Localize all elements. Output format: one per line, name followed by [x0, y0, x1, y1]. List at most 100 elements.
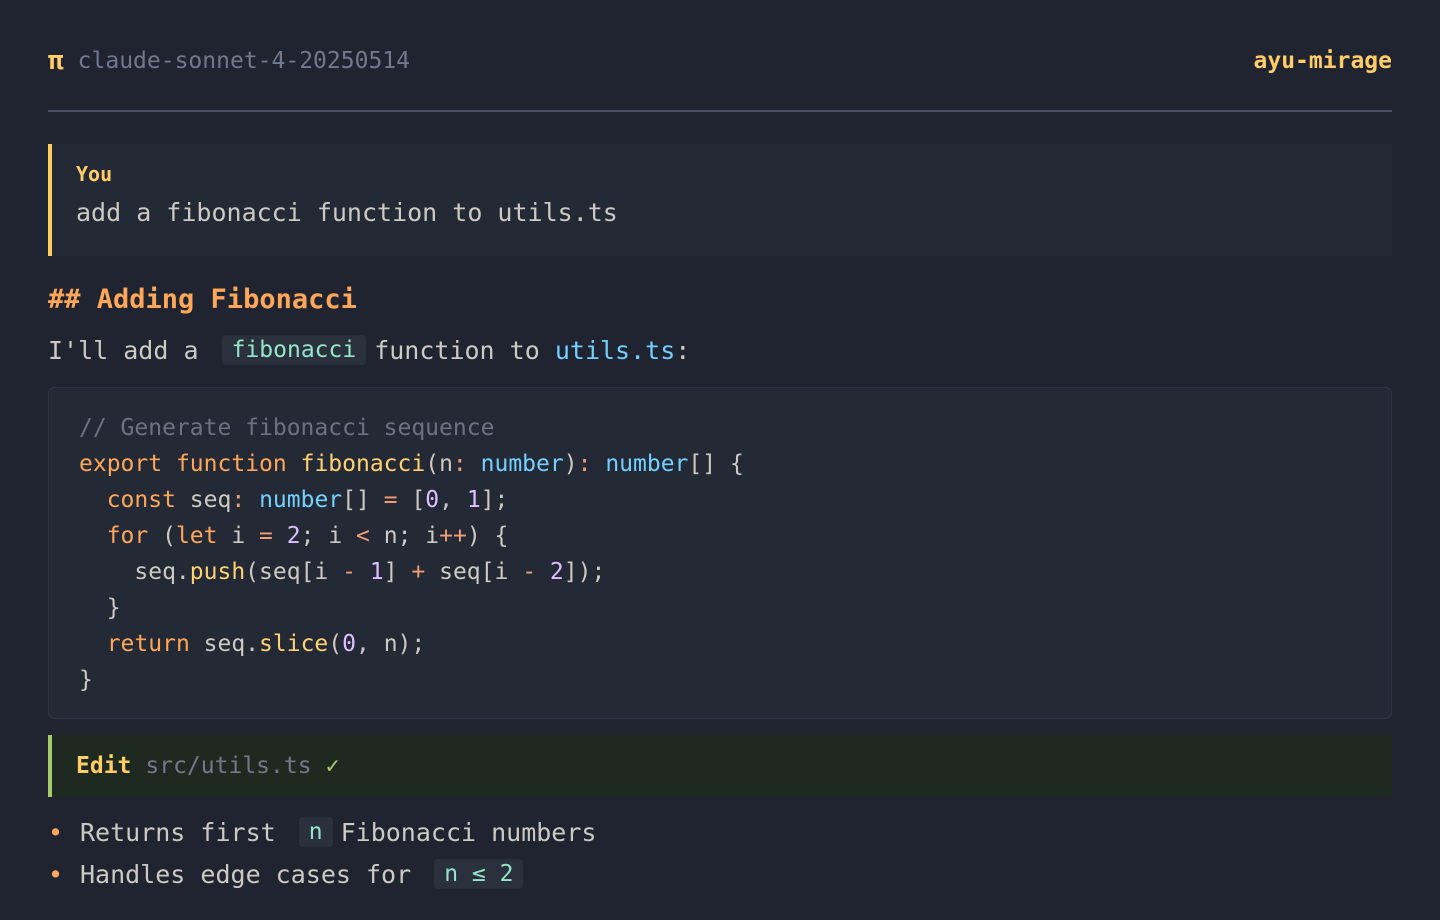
file-link-utils[interactable]: utils.ts [555, 336, 675, 365]
list-item: • Returns first n Fibonacci numbers [48, 811, 1392, 853]
code-block: // Generate fibonacci sequence export fun… [48, 387, 1392, 719]
code-token: seq[i [425, 559, 523, 585]
inline-code: n [298, 817, 333, 847]
code-token: , n); [356, 631, 426, 657]
code-token: ( [148, 523, 176, 549]
code-token: ( [328, 631, 343, 657]
code-token: 0 [425, 487, 440, 513]
code-token: ) { [466, 523, 509, 549]
code-token: [] { [688, 451, 744, 477]
code-token: ++ [439, 523, 467, 549]
code-token: 1 [369, 559, 384, 585]
code-line: // Generate fibonacci sequence [79, 410, 1361, 446]
code-line: const seq: number[] = [0, 1]; [79, 482, 1361, 518]
code-token: for [106, 523, 149, 549]
code-token: 2 [286, 523, 301, 549]
code-token: export [79, 451, 163, 477]
code-token: < [356, 523, 370, 549]
code-token: // Generate fibonacci sequence [79, 415, 495, 441]
code-token: = [259, 523, 273, 549]
code-token: number [605, 451, 689, 477]
inline-code-fibonacci: fibonacci [221, 335, 367, 365]
code-token: let [175, 523, 218, 549]
intro-text-middle: function to [374, 335, 540, 365]
response-heading: ## Adding Fibonacci [48, 284, 357, 315]
code-line: seq.push(seq[i - 1] + seq[i - 2]); [79, 554, 1361, 590]
tool-call-edit[interactable]: Edit src/utils.ts ✓ [48, 735, 1392, 797]
code-token: ) [563, 451, 578, 477]
code-token: , [439, 487, 467, 513]
code-token: - [522, 559, 537, 585]
model-name: claude-sonnet-4-20250514 [77, 48, 410, 74]
code-token: seq. [79, 559, 190, 585]
code-token: + [411, 559, 426, 585]
code-token: const [106, 487, 176, 513]
code-token: fibonacci [300, 451, 426, 477]
code-token: return [106, 631, 190, 657]
bullet-text: Fibonacci numbers [340, 817, 597, 847]
code-token: 0 [342, 631, 357, 657]
code-token: ]; [480, 487, 509, 513]
tool-path: src/utils.ts [145, 753, 312, 779]
code-token: 2 [549, 559, 564, 585]
user-message-text: add a fibonacci function to utils.ts [76, 198, 618, 227]
code-token: [] [342, 487, 384, 513]
code-token: ] [383, 559, 412, 585]
code-token: } [79, 667, 93, 693]
code-token: [ [397, 487, 426, 513]
code-token: - [342, 559, 356, 585]
tool-name: Edit [76, 753, 132, 779]
code-token: ; i [300, 523, 357, 549]
chat-page: π claude-sonnet-4-20250514 ayu-mirage Yo… [0, 0, 1440, 920]
code-line: return seq.slice(0, n); [79, 626, 1361, 662]
code-token: ]); [563, 559, 606, 585]
code-token: (seq[i [245, 559, 343, 585]
code-line: } [79, 662, 1361, 698]
response-intro: I'll add a fibonacci function to utils.ts… [48, 335, 1392, 365]
code-token: function [175, 451, 287, 477]
code-token: : [452, 451, 467, 477]
code-line: export function fibonacci(n: number): nu… [79, 446, 1361, 482]
code-line: } [79, 590, 1361, 626]
bullet-text: Returns first [80, 817, 276, 847]
code-token: number [259, 487, 343, 513]
check-icon: ✓ [325, 753, 340, 779]
intro-text-after: : [675, 335, 691, 365]
code-token: n; i [369, 523, 440, 549]
code-token: number [480, 451, 564, 477]
code-token: seq. [189, 631, 260, 657]
intro-text-before: I'll add a [48, 335, 199, 365]
theme-name: ayu-mirage [1253, 48, 1392, 74]
header-bar: π claude-sonnet-4-20250514 ayu-mirage [48, 0, 1392, 112]
code-token: } [79, 595, 121, 621]
code-token: (n [425, 451, 453, 477]
bullet-dot-icon: • [48, 817, 64, 847]
code-token: i [217, 523, 260, 549]
header-left: π claude-sonnet-4-20250514 [48, 48, 410, 74]
code-token: slice [259, 631, 329, 657]
user-message: You add a fibonacci function to utils.ts [48, 144, 1392, 256]
bullet-dot-icon: • [48, 859, 64, 889]
code-token: seq [175, 487, 232, 513]
code-token: 1 [466, 487, 481, 513]
list-item: • Handles edge cases for n ≤ 2 [48, 853, 1392, 895]
bullet-text: Handles edge cases for [80, 859, 412, 889]
user-label: You [76, 162, 113, 186]
code-line: for (let i = 2; i < n; i++) { [79, 518, 1361, 554]
inline-code: n ≤ 2 [434, 859, 524, 889]
code-token: = [383, 487, 398, 513]
code-token: : [577, 451, 592, 477]
code-token: push [189, 559, 246, 585]
code-token: : [231, 487, 246, 513]
